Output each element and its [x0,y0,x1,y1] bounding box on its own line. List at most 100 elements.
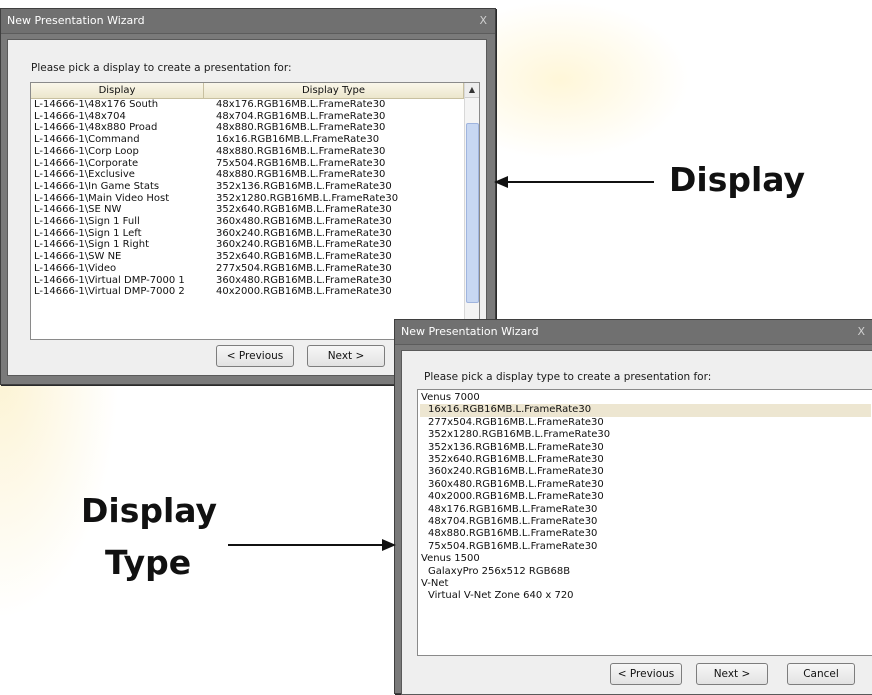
title-bar: New Presentation Wizard X [395,320,872,345]
tree-item-label: 352x640.RGB16MB.L.FrameRate30 [428,454,604,465]
table-row[interactable]: L-14666-1\SW NE 352x640.RGB16MB.L.FrameRa… [31,251,463,263]
tree-item-label: GalaxyPro 256x512 RGB68B [428,565,571,577]
tree-item-label: 16x16.RGB16MB.L.FrameRate30 [428,404,592,416]
tree-item-label: 48x704.RGB16MB.L.FrameRate30 [428,516,598,527]
callout-display-type-line2: Type [105,543,192,582]
display-type-cell: 48x176.RGB16MB.L.FrameRate30 [216,99,386,110]
tree-item[interactable]: 352x136.RGB16MB.L.FrameRate30 [420,442,871,454]
display-cell: L-14666-1\48x704 [34,110,126,122]
tree-group[interactable]: Venus 1500 [421,553,480,565]
table-row[interactable]: L-14666-1\Corp Loop 48x880.RGB16MB.L.Fram… [31,146,463,158]
table-row[interactable]: L-14666-1\Sign 1 Full 360x480.RGB16MB.L.F… [31,216,463,228]
display-type-cell: 360x480.RGB16MB.L.FrameRate30 [216,216,392,227]
display-cell: L-14666-1\Sign 1 Left [34,227,142,239]
vertical-scrollbar[interactable]: ▲ [464,83,479,339]
tree-group[interactable]: Venus 7000 [421,392,480,404]
display-type-cell: 48x880.RGB16MB.L.FrameRate30 [216,122,386,134]
display-type-cell: 352x1280.RGB16MB.L.FrameRate30 [216,192,399,204]
column-header-display-type[interactable]: Display Type [204,83,464,99]
table-row[interactable]: L-14666-1\Virtual DMP-7000 2 40x2000.RGB1… [31,286,463,298]
table-row[interactable]: L-14666-1\SE NW 352x640.RGB16MB.L.FrameRa… [31,204,463,216]
previous-button[interactable]: < Previous [610,663,682,685]
display-type-cell: 277x504.RGB16MB.L.FrameRate30 [216,262,392,274]
display-cell: L-14666-1\Corp Loop [34,145,139,157]
table-row[interactable]: L-14666-1\48x176 South 48x176.RGB16MB.L.F… [31,99,463,111]
table-row[interactable]: L-14666-1\Virtual DMP-7000 1 360x480.RGB1… [31,275,463,287]
tree-item-label: 360x240.RGB16MB.L.FrameRate30 [428,466,604,478]
display-cell: L-14666-1\Virtual DMP-7000 2 [34,286,185,298]
scroll-up-icon[interactable]: ▲ [465,83,479,98]
tree-item[interactable]: 352x640.RGB16MB.L.FrameRate30 [420,454,871,466]
prompt-label: Please pick a display type to create a p… [424,371,712,383]
tree-item[interactable]: 360x240.RGB16MB.L.FrameRate30 [420,466,871,478]
display-type-cell: 360x480.RGB16MB.L.FrameRate30 [216,274,392,286]
next-button[interactable]: Next > [696,663,768,685]
display-type-tree[interactable]: Venus 7000 16x16.RGB16MB.L.FrameRate30 277… [417,389,872,656]
display-type-cell: 40x2000.RGB16MB.L.FrameRate30 [216,286,392,298]
close-icon[interactable]: X [857,320,865,344]
display-cell: L-14666-1\SE NW [34,204,122,216]
table-row[interactable]: L-14666-1\Sign 1 Right 360x240.RGB16MB.L.… [31,239,463,251]
display-cell: L-14666-1\Virtual DMP-7000 1 [34,274,185,286]
display-type-cell: 16x16.RGB16MB.L.FrameRate30 [216,134,380,146]
tree-item-label: Virtual V-Net Zone 640 x 720 [428,590,574,602]
display-cell: L-14666-1\Sign 1 Full [34,216,140,227]
display-cell: L-14666-1\SW NE [34,251,122,263]
window-title: New Presentation Wizard [7,14,145,27]
display-cell: L-14666-1\48x176 South [34,99,159,110]
display-type-cell: 352x136.RGB16MB.L.FrameRate30 [216,180,392,192]
display-type-cell: 360x240.RGB16MB.L.FrameRate30 [216,239,392,251]
close-icon[interactable]: X [479,9,487,33]
table-row[interactable]: L-14666-1\Corporate 75x504.RGB16MB.L.Fram… [31,158,463,170]
tree-item[interactable]: 16x16.RGB16MB.L.FrameRate30 [420,404,871,417]
tree-item[interactable]: 48x880.RGB16MB.L.FrameRate30 [420,528,871,540]
tree-item-label: 352x136.RGB16MB.L.FrameRate30 [428,441,604,453]
table-row[interactable]: L-14666-1\In Game Stats 352x136.RGB16MB.L… [31,181,463,193]
tree-item-label: 360x480.RGB16MB.L.FrameRate30 [428,478,604,490]
display-list[interactable]: Display Display Type L-14666-1\48x176 So… [30,82,480,340]
tree-item[interactable]: 277x504.RGB16MB.L.FrameRate30 [420,417,871,429]
tree-item[interactable]: 48x176.RGB16MB.L.FrameRate30 [420,504,871,516]
column-header-display[interactable]: Display [31,83,204,99]
display-cell: L-14666-1\Command [34,134,140,146]
tree-item[interactable]: 352x1280.RGB16MB.L.FrameRate30 [420,429,871,441]
display-type-cell: 352x640.RGB16MB.L.FrameRate30 [216,204,392,216]
tree-item[interactable]: GalaxyPro 256x512 RGB68B [420,566,871,578]
scrollbar-thumb[interactable] [466,123,479,303]
display-type-cell: 75x504.RGB16MB.L.FrameRate30 [216,157,386,169]
next-button[interactable]: Next > [307,345,385,367]
tree-item-label: 75x504.RGB16MB.L.FrameRate30 [428,540,598,552]
window-title: New Presentation Wizard [401,325,539,338]
tree-item-label: 277x504.RGB16MB.L.FrameRate30 [428,416,604,428]
display-cell: L-14666-1\In Game Stats [34,180,160,192]
arrow-left-icon [494,176,654,188]
tree-item[interactable]: 40x2000.RGB16MB.L.FrameRate30 [420,491,871,503]
display-cell: L-14666-1\Corporate [34,157,139,169]
table-row[interactable]: L-14666-1\Exclusive 48x880.RGB16MB.L.Fram… [31,169,463,181]
table-row[interactable]: L-14666-1\Sign 1 Left 360x240.RGB16MB.L.F… [31,228,463,240]
table-row[interactable]: L-14666-1\48x704 48x704.RGB16MB.L.FrameRa… [31,111,463,123]
tree-item-label: 48x880.RGB16MB.L.FrameRate30 [428,528,598,540]
table-row[interactable]: L-14666-1\Command 16x16.RGB16MB.L.FrameRa… [31,134,463,146]
tree-item[interactable]: 75x504.RGB16MB.L.FrameRate30 [420,541,871,553]
wizard-window-display-type: New Presentation Wizard X Please pick a … [394,319,872,695]
previous-button[interactable]: < Previous [216,345,294,367]
display-type-cell: 48x880.RGB16MB.L.FrameRate30 [216,169,386,181]
display-type-cell: 48x704.RGB16MB.L.FrameRate30 [216,110,386,122]
table-row[interactable]: L-14666-1\Video 277x504.RGB16MB.L.FrameRa… [31,263,463,275]
tree-item-label: 40x2000.RGB16MB.L.FrameRate30 [428,491,604,503]
arrow-right-icon [228,539,396,551]
callout-display: Display [669,160,806,199]
display-cell: L-14666-1\Sign 1 Right [34,239,150,251]
wizard-client-area: Please pick a display type to create a p… [401,350,872,695]
display-cell: L-14666-1\Main Video Host [34,192,170,204]
tree-group[interactable]: V-Net [421,578,448,590]
tree-item[interactable]: 360x480.RGB16MB.L.FrameRate30 [420,479,871,491]
table-row[interactable]: L-14666-1\Main Video Host 352x1280.RGB16M… [31,193,463,205]
display-type-cell: 48x880.RGB16MB.L.FrameRate30 [216,145,386,157]
tree-item[interactable]: Virtual V-Net Zone 640 x 720 [420,590,871,602]
cancel-button[interactable]: Cancel [787,663,855,685]
table-row[interactable]: L-14666-1\48x880 Proad 48x880.RGB16MB.L.F… [31,122,463,134]
display-cell: L-14666-1\Exclusive [34,169,135,181]
tree-item[interactable]: 48x704.RGB16MB.L.FrameRate30 [420,516,871,528]
